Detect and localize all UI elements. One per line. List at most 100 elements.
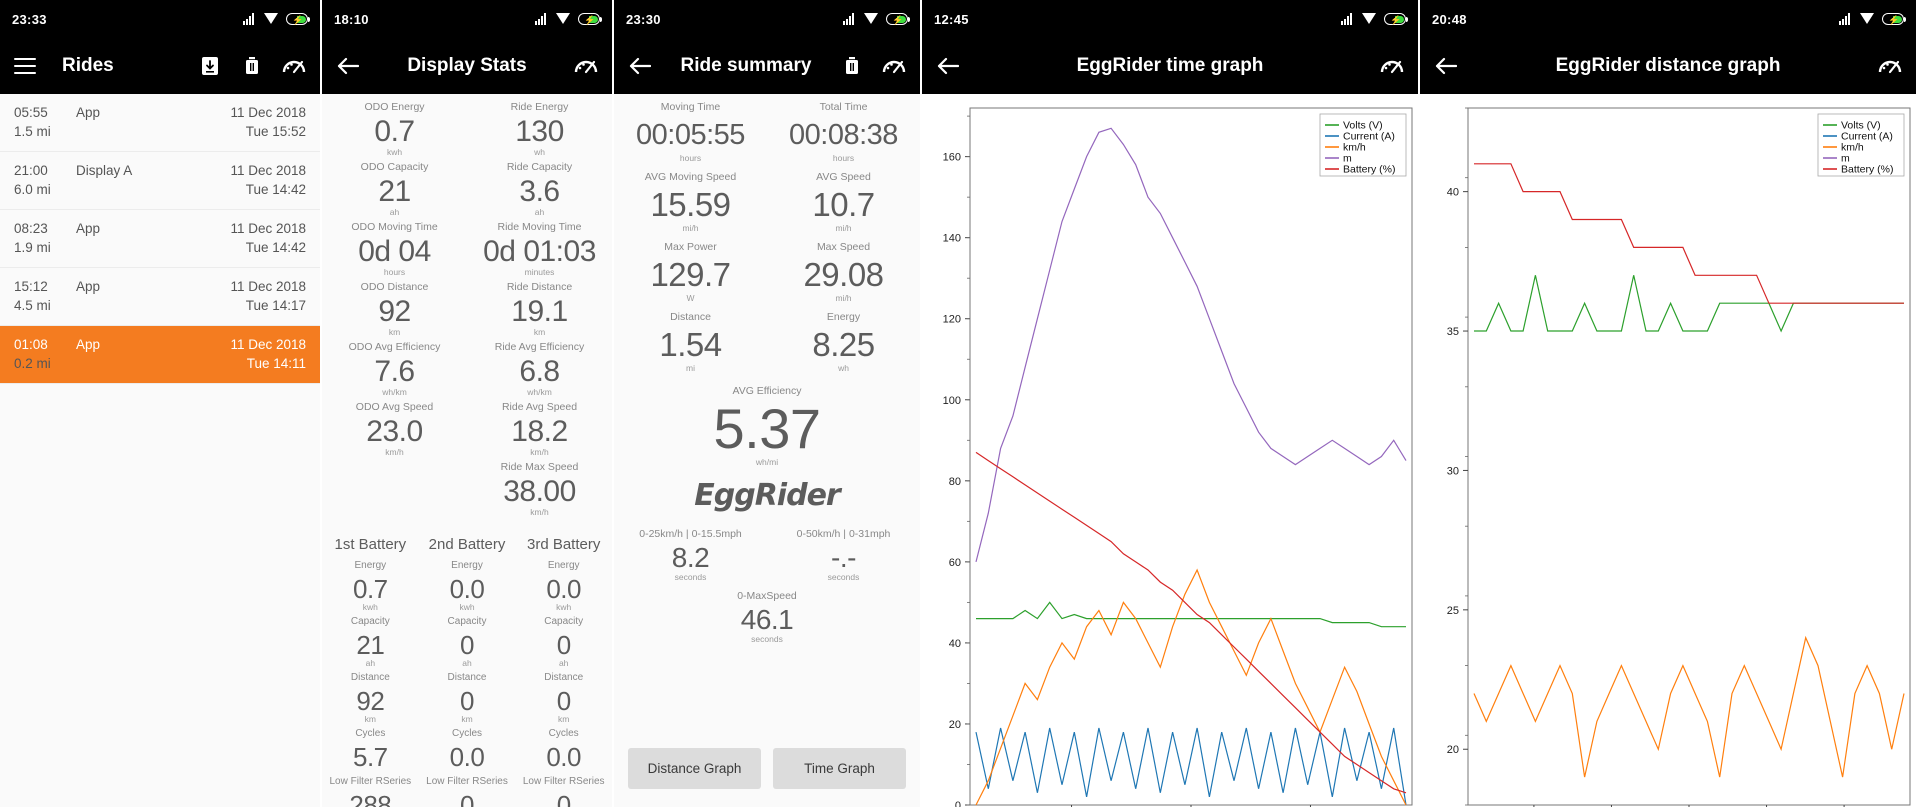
stat-label: Ride Avg Speed bbox=[467, 400, 612, 414]
back-arrow-icon[interactable] bbox=[1434, 54, 1458, 78]
page-title: Ride summary bbox=[652, 55, 840, 77]
y-tick-label: 120 bbox=[943, 314, 961, 326]
stat-value: 92 bbox=[322, 294, 467, 330]
time-graph-plot[interactable]: 02040608010012014016015:0015:1015:20Volt… bbox=[922, 94, 1418, 807]
stat-label: Energy bbox=[419, 559, 516, 573]
distance-graph-button[interactable]: Distance Graph bbox=[628, 748, 761, 789]
stat-block: Energy0.7kwh bbox=[322, 559, 419, 613]
y-tick-label: 20 bbox=[949, 719, 961, 731]
stat-label: Energy bbox=[515, 559, 612, 573]
stat-value: 23.0 bbox=[322, 414, 467, 450]
stat-unit: km bbox=[419, 714, 516, 725]
stat-block: Distance92km bbox=[322, 671, 419, 725]
ride-weekday-time: Tue 15:52 bbox=[246, 122, 306, 141]
ride-list-item[interactable]: 01:08App11 Dec 20180.2 miTue 14:11 bbox=[0, 326, 320, 384]
rides-list[interactable]: 05:55App11 Dec 20181.5 miTue 15:5221:00D… bbox=[0, 94, 320, 384]
stat-block: Moving Time00:05:55hours bbox=[614, 100, 767, 164]
graph-buttons: Distance Graph Time Graph bbox=[614, 748, 920, 789]
stat-label: Low Filter RSeries bbox=[322, 775, 419, 789]
stat-block: ODO Capacity21ah bbox=[322, 160, 467, 218]
stat-value: 29.08 bbox=[767, 254, 920, 296]
stat-block: AVG Moving Speed15.59mi/h bbox=[614, 170, 767, 234]
avg-efficiency-unit: wh/mi bbox=[614, 457, 920, 468]
stat-label: Distance bbox=[322, 671, 419, 685]
battery-heading: 2nd Battery bbox=[419, 536, 516, 553]
speedometer-icon[interactable] bbox=[1380, 54, 1404, 78]
battery-columns: 1st BatteryEnergy0.7kwhCapacity21ahDista… bbox=[322, 520, 612, 807]
speedometer-icon[interactable] bbox=[282, 54, 306, 78]
trash-icon[interactable] bbox=[840, 54, 864, 78]
app-bar: Display Stats bbox=[322, 38, 612, 94]
ride-time: 08:23 bbox=[14, 219, 76, 238]
stat-unit: km/h bbox=[322, 447, 467, 458]
stat-block: Max Speed29.08mi/h bbox=[767, 240, 920, 304]
stat-block: Low Filter RSeries0mOhm bbox=[419, 775, 516, 807]
stat-unit: km bbox=[322, 327, 467, 338]
status-bar: 18:10 ⚡ bbox=[322, 0, 612, 38]
status-bar: 12:45 ⚡ bbox=[922, 0, 1418, 38]
stat-label: Energy bbox=[767, 310, 920, 324]
page-title: EggRider time graph bbox=[960, 55, 1380, 77]
back-arrow-icon[interactable] bbox=[336, 54, 360, 78]
time-graph-button[interactable]: Time Graph bbox=[773, 748, 906, 789]
stat-label: Distance bbox=[515, 671, 612, 685]
stat-label: Total Time bbox=[767, 100, 920, 114]
stat-unit: seconds bbox=[614, 572, 767, 583]
battery-heading: 3rd Battery bbox=[515, 536, 612, 553]
trash-icon[interactable] bbox=[240, 54, 264, 78]
stat-block: Ride Capacity3.6ah bbox=[467, 160, 612, 218]
ride-list-item[interactable]: 05:55App11 Dec 20181.5 miTue 15:52 bbox=[0, 94, 320, 152]
speedometer-icon[interactable] bbox=[882, 54, 906, 78]
status-bar: 20:48 ⚡ bbox=[1420, 0, 1916, 38]
stat-value: -.- bbox=[767, 541, 920, 575]
stat-block: Max Power129.7W bbox=[614, 240, 767, 304]
stat-value: 21 bbox=[322, 174, 467, 210]
ride-list-item[interactable]: 08:23App11 Dec 20181.9 miTue 14:42 bbox=[0, 210, 320, 268]
status-bar: 23:33 ⚡ bbox=[0, 0, 320, 38]
speedometer-icon[interactable] bbox=[1878, 54, 1902, 78]
ride-weekday-time: Tue 14:42 bbox=[246, 180, 306, 199]
stat-unit: kwh bbox=[515, 602, 612, 613]
speedometer-icon[interactable] bbox=[574, 54, 598, 78]
ride-list-item[interactable]: 21:00Display A11 Dec 20186.0 miTue 14:42 bbox=[0, 152, 320, 210]
stat-block: Capacity0ah bbox=[419, 615, 516, 669]
back-arrow-icon[interactable] bbox=[628, 54, 652, 78]
page-title: Rides bbox=[62, 55, 114, 77]
back-arrow-icon[interactable] bbox=[936, 54, 960, 78]
stat-label: Distance bbox=[614, 310, 767, 324]
stat-value: 6.8 bbox=[467, 354, 612, 390]
y-tick-label: 140 bbox=[943, 233, 961, 245]
app-bar: EggRider distance graph bbox=[1420, 38, 1916, 94]
stat-label: Energy bbox=[322, 559, 419, 573]
stat-block: Capacity21ah bbox=[322, 615, 419, 669]
stat-label: Ride Energy bbox=[467, 100, 612, 114]
accel-0-25: 0-25km/h | 0-15.5mph8.2seconds bbox=[614, 527, 767, 589]
save-to-device-icon[interactable] bbox=[198, 54, 222, 78]
battery-charging-icon: ⚡ bbox=[578, 13, 600, 25]
ride-source: Display A bbox=[76, 161, 230, 180]
menu-icon[interactable] bbox=[14, 58, 36, 74]
stat-label: Low Filter RSeries bbox=[515, 775, 612, 789]
stat-value: 46.1 bbox=[614, 603, 920, 637]
ride-distance: 6.0 mi bbox=[14, 180, 76, 199]
stat-block: Ride Moving Time0d 01:03minutes bbox=[467, 220, 612, 278]
battery-charging-icon: ⚡ bbox=[286, 13, 308, 25]
stat-block: Low Filter RSeries288mOhm bbox=[322, 775, 419, 807]
stat-block: Distance0km bbox=[515, 671, 612, 725]
accel-0-max: 0-MaxSpeed46.1seconds bbox=[614, 589, 920, 645]
stat-value: 00:05:55 bbox=[614, 114, 767, 156]
stat-block: ODO Energy0.7kwh bbox=[322, 100, 467, 158]
stat-value: 3.6 bbox=[467, 174, 612, 210]
stat-label: Low Filter RSeries bbox=[419, 775, 516, 789]
stat-label: ODO Distance bbox=[322, 280, 467, 294]
stat-label: Cycles bbox=[515, 727, 612, 741]
stat-block: Ride Distance19.1km bbox=[467, 280, 612, 338]
stat-label: Cycles bbox=[322, 727, 419, 741]
distance-graph-plot[interactable]: 20253035403.544.555.5Volts (V)Current (A… bbox=[1420, 94, 1916, 807]
plot-frame bbox=[970, 108, 1412, 805]
stat-block: AVG Speed10.7mi/h bbox=[767, 170, 920, 234]
ride-list-item[interactable]: 15:12App11 Dec 20184.5 miTue 14:17 bbox=[0, 268, 320, 326]
stat-label: Ride Max Speed bbox=[467, 460, 612, 474]
stat-block: Energy8.25wh bbox=[767, 310, 920, 374]
app-bar: Ride summary bbox=[614, 38, 920, 94]
